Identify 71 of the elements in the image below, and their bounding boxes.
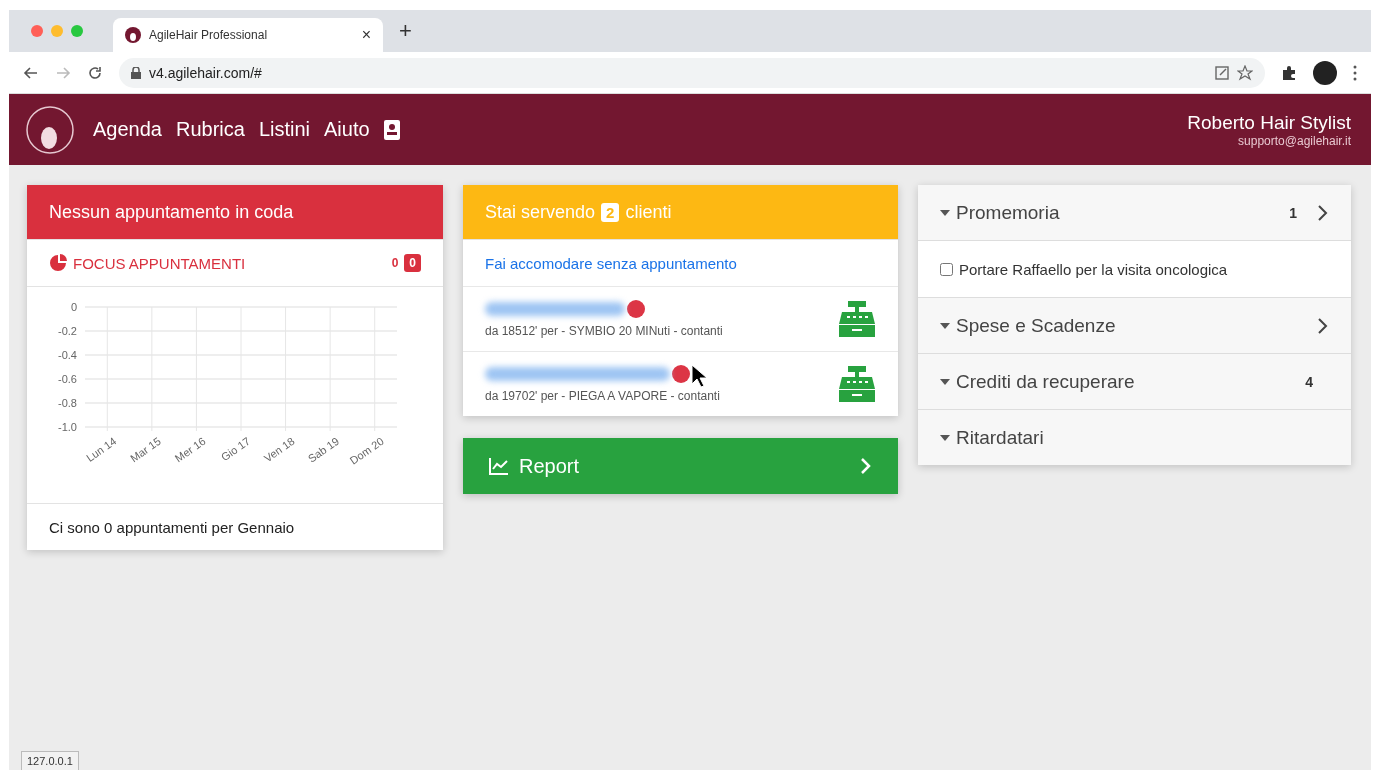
line-chart-icon: [489, 457, 509, 475]
axis-tick-label: Ven 18: [261, 434, 297, 465]
axis-tick-label: 0: [70, 301, 77, 313]
checkbox[interactable]: [940, 262, 953, 276]
caret-down-icon: [940, 378, 950, 385]
axis-tick-label: Dom 20: [347, 434, 386, 467]
cash-register-icon[interactable]: [838, 365, 876, 403]
axis-tick-label: -0.4: [58, 349, 77, 361]
caret-down-icon: [940, 322, 950, 329]
nav-link[interactable]: Aiuto: [324, 118, 370, 141]
axis-tick-label: Sab 19: [305, 434, 342, 465]
section-header[interactable]: Crediti da recuperare 4: [918, 353, 1351, 409]
axis-tick-label: Lun 14: [84, 434, 119, 464]
axis-tick-label: Mer 16: [172, 434, 208, 465]
card-title: clienti: [625, 201, 672, 223]
puzzle-icon[interactable]: [1281, 64, 1297, 81]
client-row[interactable]: da 19702' per - PIEGA A VAPORE - contanti: [463, 351, 898, 416]
logo-icon[interactable]: [25, 104, 75, 155]
address-field[interactable]: v4.agilehair.com/#: [119, 57, 1265, 88]
axis-tick-label: Gio 17: [218, 434, 253, 464]
caret-down-icon: [940, 209, 950, 216]
section-header[interactable]: Spese e Scadenze: [918, 297, 1351, 353]
section-title: FOCUS APPUNTAMENTI: [73, 254, 247, 272]
reminder-item[interactable]: Portare Raffaello per la visita oncologica: [918, 240, 1351, 297]
star-icon[interactable]: [1237, 64, 1253, 81]
axis-tick-label: Mar 15: [128, 434, 163, 465]
nav-link[interactable]: Rubrica: [175, 118, 245, 141]
url-text: v4.agilehair.com/#: [149, 64, 262, 81]
axis-tick-label: -1.0: [58, 421, 77, 433]
count-badge: 0: [404, 254, 421, 272]
browser-tab[interactable]: AgileHair Professional ×: [113, 18, 383, 52]
card-title: Nessun appuntamento in coda: [49, 201, 294, 223]
axis-tick-label: -0.6: [58, 373, 77, 385]
user-name: Roberto Hair Stylist: [1187, 111, 1351, 134]
axis-tick-label: -0.8: [58, 397, 77, 409]
tab-title: AgileHair Professional: [149, 28, 269, 42]
chevron-right-icon[interactable]: [1317, 203, 1329, 222]
reload-icon[interactable]: [87, 64, 103, 81]
client-row[interactable]: da 18512' per - SYMBIO 20 MINuti - contanti: [463, 286, 898, 351]
count-badge: 2: [601, 202, 620, 222]
share-icon[interactable]: [1215, 65, 1229, 80]
reminder-text: Portare Raffaello per la visita oncologica: [959, 260, 1228, 278]
nav-link[interactable]: Agenda: [93, 118, 162, 141]
axis-tick-label: -0.2: [58, 325, 77, 337]
user-email: supporto@agilehair.it: [1238, 133, 1351, 148]
walk-in-link[interactable]: Fai accomodare senza appuntamento: [485, 254, 737, 272]
mouse-cursor-icon: [691, 364, 707, 388]
new-tab-button[interactable]: +: [393, 18, 418, 44]
cash-register-icon[interactable]: [838, 300, 876, 338]
count-text: 0: [391, 256, 399, 270]
back-icon[interactable]: [23, 64, 39, 81]
status-url: 127.0.0.1: [21, 751, 79, 770]
summary-text: Ci sono 0 appuntamenti per Gennaio: [27, 503, 443, 550]
client-detail: da 19702' per - PIEGA A VAPORE - contanti: [485, 389, 721, 403]
menu-icon[interactable]: [1353, 64, 1357, 81]
close-tab-button[interactable]: ×: [361, 26, 371, 44]
chevron-right-icon: [860, 457, 872, 475]
site-logo-icon: [125, 27, 141, 43]
lock-icon: [131, 66, 141, 79]
section-header[interactable]: Ritardatari: [918, 409, 1351, 465]
avatar-icon[interactable]: [1313, 60, 1337, 85]
client-detail: da 18512' per - SYMBIO 20 MINuti - contanti: [485, 324, 724, 338]
chevron-right-icon[interactable]: [1317, 316, 1329, 335]
nav-link[interactable]: Listini: [258, 118, 311, 141]
count-text: 4: [1305, 373, 1313, 390]
contact-card-icon[interactable]: [383, 119, 400, 140]
pie-chart-icon: [49, 254, 67, 272]
caret-down-icon: [940, 434, 950, 441]
card-title: Stai servendo: [485, 201, 596, 223]
section-header[interactable]: Promemoria 1: [918, 185, 1351, 240]
count-text: 1: [1289, 204, 1297, 221]
